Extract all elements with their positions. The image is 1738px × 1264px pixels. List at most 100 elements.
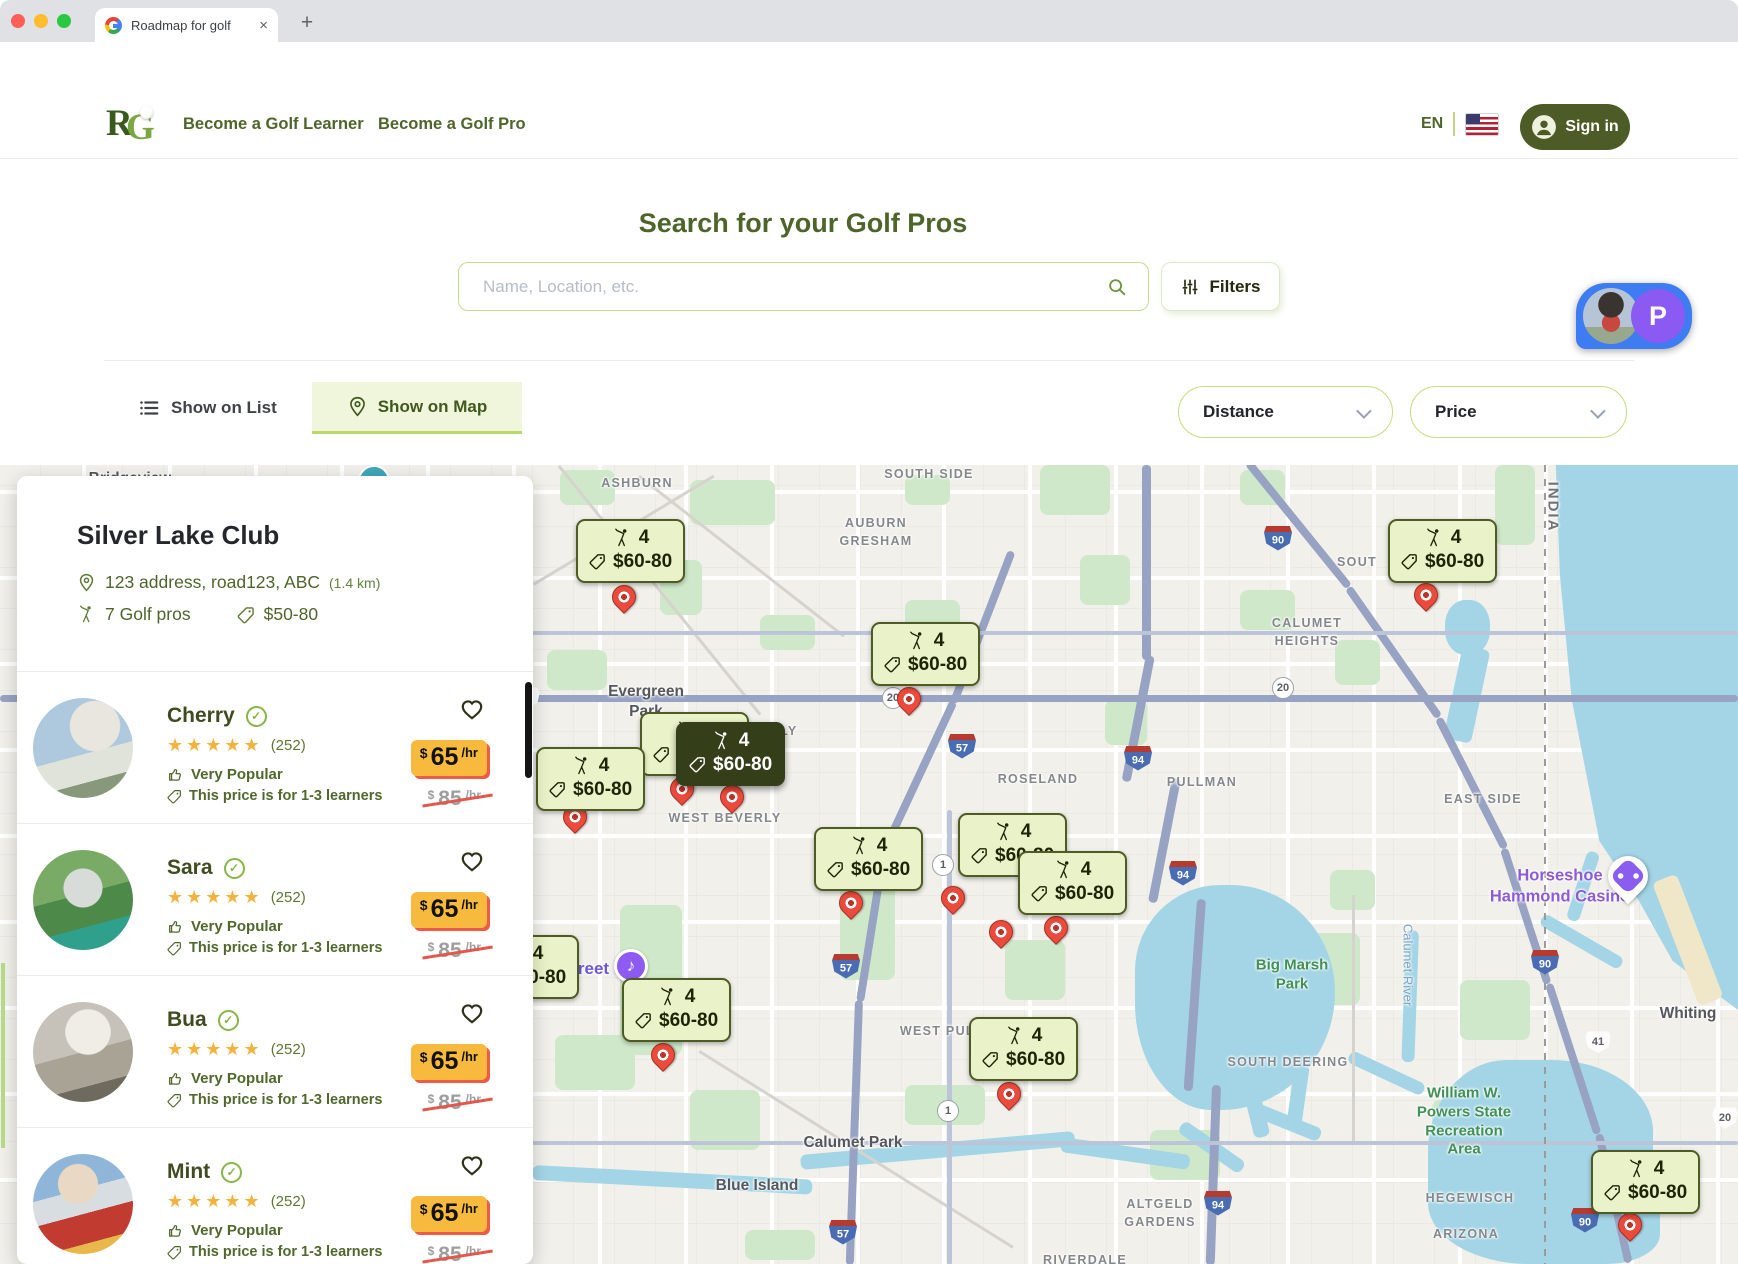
pro-list-item[interactable]: Cherry ✓ ★★★★★ (252) Very Popular xyxy=(17,672,533,824)
map-price-marker[interactable]: 4 $60-80 xyxy=(814,827,923,891)
golfer-icon xyxy=(77,605,96,624)
favorite-heart-button[interactable] xyxy=(459,696,485,722)
divider xyxy=(104,360,1634,361)
location-pin[interactable] xyxy=(607,580,641,614)
price-range: $60-80 xyxy=(613,550,672,574)
location-pin[interactable] xyxy=(992,1077,1026,1111)
route-shield: 1 xyxy=(932,854,954,876)
map-price-marker[interactable]: 4 $60-80 xyxy=(1388,519,1497,583)
minimize-window-button[interactable] xyxy=(34,14,48,28)
nav-become-learner[interactable]: Become a Golf Learner xyxy=(183,90,364,158)
favorite-heart-button[interactable] xyxy=(459,1152,485,1178)
distance-label: Distance xyxy=(1203,402,1274,422)
price-badge: $ 65 /hr xyxy=(411,1044,487,1080)
road-segment xyxy=(530,631,1738,635)
tag-icon xyxy=(167,789,182,804)
old-price-unit: /hr xyxy=(466,788,481,809)
map-price-marker[interactable]: 4 $60-80 xyxy=(1018,851,1127,915)
google-favicon xyxy=(105,17,122,34)
old-price-unit: /hr xyxy=(466,1244,481,1264)
map-label: William W. Powers State Recreation Area xyxy=(1417,1085,1511,1160)
location-pin[interactable] xyxy=(936,881,970,915)
verified-badge-icon: ✓ xyxy=(246,706,267,727)
tag-icon xyxy=(167,1093,182,1108)
tab-strip: Roadmap for golf × + xyxy=(0,0,1738,42)
golfer-icon xyxy=(994,822,1014,842)
search-input[interactable] xyxy=(459,277,1106,297)
distance-dropdown[interactable]: Distance xyxy=(1178,386,1393,438)
marker-count-row: 4 xyxy=(1031,858,1114,882)
marker-count-row: 4 xyxy=(827,834,910,858)
pro-list-item[interactable]: Sara ✓ ★★★★★ (252) Very Popular xyxy=(17,824,533,976)
nav-become-pro[interactable]: Become a Golf Pro xyxy=(378,90,526,158)
close-window-button[interactable] xyxy=(11,14,25,28)
tag-icon xyxy=(549,781,566,798)
park-area xyxy=(547,650,607,690)
thumbs-up-icon xyxy=(167,1070,184,1087)
show-on-map-tab[interactable]: Show on Map xyxy=(312,382,522,434)
price-range: $60-80 xyxy=(713,753,772,777)
tag-icon xyxy=(1401,553,1418,570)
map-price-marker[interactable]: 4 $60-80 xyxy=(969,1017,1078,1081)
old-price: $ 85 /hr xyxy=(428,1092,481,1113)
show-on-list-tab[interactable]: Show on List xyxy=(138,382,277,434)
map-price-marker[interactable]: 4 $60-80 xyxy=(676,722,785,786)
panel-scrollbar[interactable] xyxy=(525,682,532,778)
us-flag-icon[interactable] xyxy=(1465,113,1499,136)
map-price-marker[interactable]: 4 $60-80 xyxy=(576,519,685,583)
pro-count: 4 xyxy=(599,754,610,778)
golfer-icon xyxy=(1627,1159,1647,1179)
golfer-icon xyxy=(1424,528,1444,548)
map-label: Calumet River xyxy=(1401,924,1416,1006)
language-switcher[interactable]: EN xyxy=(1421,90,1499,158)
price-range: $60-80 xyxy=(1055,882,1114,906)
tune-icon xyxy=(1180,277,1200,297)
route-shield: 57 xyxy=(948,734,976,759)
map-price-marker[interactable]: 4 $60-80 xyxy=(622,978,731,1042)
sign-in-button[interactable]: Sign in xyxy=(1520,104,1630,150)
zoom-window-button[interactable] xyxy=(57,14,71,28)
price-range: $60-80 xyxy=(573,778,632,802)
pro-count: 4 xyxy=(1021,820,1032,844)
marker-price-row: $60-80 xyxy=(1604,1181,1687,1205)
language-label[interactable]: EN xyxy=(1421,115,1443,133)
map-price-marker[interactable]: 4 $60-80 xyxy=(871,622,980,686)
old-price-value: 85 xyxy=(438,788,461,809)
club-pros-count: 7 Golf pros xyxy=(105,604,191,625)
currency-symbol: $ xyxy=(420,897,428,924)
search-icon[interactable] xyxy=(1106,276,1128,298)
map-price-marker[interactable]: 4 $60-80 xyxy=(536,747,645,811)
popular-label: Very Popular xyxy=(191,1070,283,1087)
popular-label: Very Popular xyxy=(191,918,283,935)
tab-close-icon[interactable]: × xyxy=(259,17,268,34)
screen-share-overlay[interactable]: P xyxy=(1576,283,1692,349)
currency-symbol: $ xyxy=(420,1201,428,1228)
favorite-heart-button[interactable] xyxy=(459,1000,485,1026)
verified-badge-icon: ✓ xyxy=(221,1162,242,1183)
location-pin[interactable] xyxy=(1409,578,1443,612)
price-dropdown[interactable]: Price xyxy=(1410,386,1627,438)
tag-icon xyxy=(589,553,606,570)
new-tab-button[interactable]: + xyxy=(293,9,321,37)
chevron-down-icon xyxy=(1590,403,1606,419)
golfer-icon xyxy=(572,756,592,776)
route-shield: 90 xyxy=(1264,526,1292,551)
location-pin-icon xyxy=(77,573,96,592)
pro-list-item[interactable]: Mint ✓ ★★★★★ (252) Very Popular xyxy=(17,1128,533,1264)
price-unit: /hr xyxy=(461,745,478,772)
star-rating: ★★★★★ xyxy=(167,1039,263,1060)
favorite-heart-button[interactable] xyxy=(459,848,485,874)
filters-button[interactable]: Filters xyxy=(1161,262,1280,311)
tag-icon xyxy=(635,1012,652,1029)
pro-list-item[interactable]: Bua ✓ ★★★★★ (252) Very Popular xyxy=(17,976,533,1128)
tag-icon xyxy=(1604,1184,1621,1201)
pro-info: Cherry ✓ ★★★★★ (252) Very Popular xyxy=(167,704,382,804)
road-segment xyxy=(1245,465,1352,589)
site-logo[interactable]: R G xyxy=(106,100,158,148)
browser-tab[interactable]: Roadmap for golf × xyxy=(95,8,278,42)
search-box xyxy=(458,262,1149,311)
map-price-marker[interactable]: 4 $60-80 xyxy=(1591,1150,1700,1214)
route-shield: 41 xyxy=(1586,1031,1611,1053)
marker-price-row: $60-80 xyxy=(549,778,632,802)
map-label: RIVERDALE xyxy=(1043,1251,1127,1264)
